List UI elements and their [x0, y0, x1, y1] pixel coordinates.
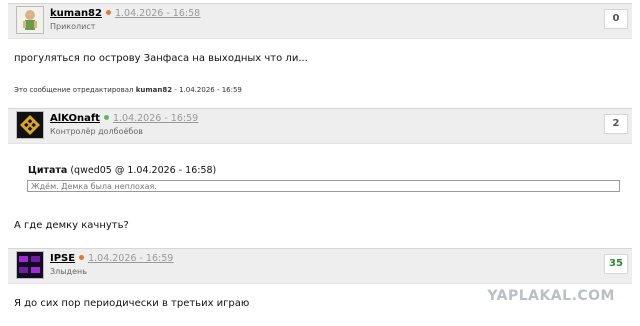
post-rating[interactable]: 35 [604, 254, 628, 274]
post-date[interactable]: 1.04.2026 - 16:59 [113, 113, 198, 124]
post-header: IPSE 1.04.2026 - 16:59 Злыдень 35 [8, 248, 632, 284]
post-header: kuman82 1.04.2026 - 16:58 Приколист 0 [8, 3, 632, 39]
quote-header: Цитата (qwed05 @ 1.04.2026 - 16:58) [28, 165, 216, 176]
edited-by-user[interactable]: kuman82 [136, 86, 172, 94]
user-rank: Приколист [50, 22, 96, 31]
post-text: прогуляться по острову Занфаса на выходн… [14, 53, 308, 64]
post-text: А где демку качнуть? [14, 220, 129, 231]
avatar[interactable] [16, 111, 44, 139]
quote-box: Ждём. Демка была неплохая. [27, 180, 620, 192]
edit-note: Это сообщение отредактировал kuman82 - 1… [14, 86, 242, 94]
online-status-icon [105, 9, 111, 15]
user-rank: Злыдень [50, 267, 87, 276]
online-status-icon [79, 254, 85, 260]
username[interactable]: kuman82 [50, 8, 102, 19]
online-status-icon [103, 114, 109, 120]
post-date[interactable]: 1.04.2026 - 16:59 [88, 253, 173, 264]
post-rating[interactable]: 0 [604, 9, 628, 29]
user-rank: Контролёр долбоёбов [50, 127, 143, 136]
post-text: Я до сих пор периодически в третьих игра… [14, 298, 250, 309]
post-date[interactable]: 1.04.2026 - 16:58 [115, 8, 200, 19]
post-rating[interactable]: 2 [604, 114, 628, 134]
quote-label: Цитата [28, 165, 68, 176]
avatar[interactable] [16, 251, 44, 279]
username[interactable]: IPSE [50, 253, 75, 264]
avatar[interactable] [16, 6, 44, 34]
site-watermark: YAPLAKAL.COM [487, 288, 615, 304]
post-header: AlKOnaft 1.04.2026 - 16:59 Контролёр долб… [8, 108, 632, 144]
username[interactable]: AlKOnaft [50, 113, 100, 124]
quote-source: (qwed05 @ 1.04.2026 - 16:58) [70, 165, 217, 176]
